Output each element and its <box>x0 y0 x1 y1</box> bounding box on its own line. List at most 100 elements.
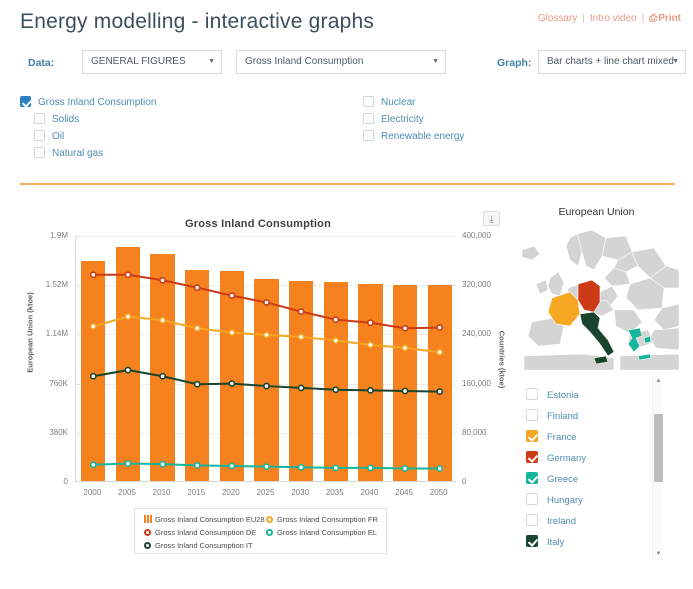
indicator-label: Renewable energy <box>381 131 465 142</box>
chart-line-point[interactable] <box>159 460 166 468</box>
europe-map[interactable] <box>514 226 679 370</box>
chart-line-point[interactable] <box>332 464 340 472</box>
chart-line-point[interactable] <box>436 348 444 356</box>
map-country-italy-sardinia <box>576 330 584 343</box>
chart-line-point[interactable] <box>193 380 201 388</box>
legend-label: Gross Inland Consumption DE <box>155 528 257 537</box>
y-axis-tick-right: 400,000 <box>462 231 491 240</box>
checkbox-icon <box>34 113 45 124</box>
indicator-checkbox-oil[interactable]: Oil <box>20 130 64 142</box>
legend-item[interactable]: Gross Inland Consumption FR <box>265 515 378 524</box>
indicator-checkbox-nuclear[interactable]: Nuclear <box>363 96 415 108</box>
country-checkbox-italy[interactable]: Italy <box>526 535 564 548</box>
chart-line-point[interactable] <box>401 465 409 472</box>
y-axis-tick-left: 1.52M <box>45 280 68 290</box>
chart-line-point[interactable] <box>401 387 409 395</box>
chart-line-point[interactable] <box>193 324 201 332</box>
legend-marker-icon <box>144 542 151 549</box>
country-checkbox-finland[interactable]: Finland <box>526 409 578 422</box>
chart-line-point[interactable] <box>263 331 270 339</box>
chart-line-point[interactable] <box>159 316 166 324</box>
chart-line-point[interactable] <box>228 292 236 300</box>
scrollbar-thumb[interactable] <box>654 414 663 482</box>
chart-line-point[interactable] <box>297 463 305 471</box>
country-checkbox-france[interactable]: France <box>526 430 577 443</box>
chart-line-point[interactable] <box>297 384 305 392</box>
chart-line-point[interactable] <box>332 386 340 394</box>
scroll-up-icon[interactable]: ▲ <box>653 376 664 387</box>
chart-line-point[interactable] <box>159 276 166 284</box>
chart-line-point[interactable] <box>89 323 97 330</box>
chart-line-point[interactable] <box>367 464 374 472</box>
intro-video-link[interactable]: Intro video <box>590 13 637 24</box>
checkbox-icon <box>363 113 374 124</box>
country-label: Ireland <box>547 516 577 527</box>
chart-line-point[interactable] <box>263 299 270 306</box>
graph-label: Graph: <box>497 57 532 69</box>
indicator-checkbox-renewable-energy[interactable]: Renewable energy <box>363 130 464 142</box>
chart-line-point[interactable] <box>159 372 166 380</box>
chevron-down-icon: ▼ <box>672 58 679 65</box>
chart-line-point[interactable] <box>401 324 409 332</box>
y-axis-tick-left: 760K <box>49 378 68 388</box>
chart-line-point[interactable] <box>263 463 270 471</box>
chart-line-point[interactable] <box>228 462 236 470</box>
chart-line-point[interactable] <box>89 271 97 279</box>
legend-item[interactable]: Gross Inland Consumption EU28 <box>143 515 265 524</box>
checkbox-icon <box>363 130 374 141</box>
country-list-scrollbar[interactable]: ▲ ▼ <box>652 376 663 560</box>
legend-item[interactable]: Gross Inland Consumption DE <box>143 528 256 537</box>
chart-line-point[interactable] <box>89 372 97 380</box>
graph-type-select[interactable]: Bar charts + line chart mixed ▼ <box>538 50 686 74</box>
chart-line-point[interactable] <box>332 316 340 324</box>
indicator-label: Electricity <box>381 114 424 125</box>
indicator-checkbox-natural-gas[interactable]: Natural gas <box>20 147 103 159</box>
indicator-checkbox-solids[interactable]: Solids <box>20 113 79 125</box>
chart-line-point[interactable] <box>436 324 444 332</box>
legend-item[interactable]: Gross Inland Consumption EL <box>265 528 377 537</box>
chart-line-point[interactable] <box>193 461 201 469</box>
download-icon[interactable]: ⤓ <box>483 211 500 226</box>
chart-line-point[interactable] <box>124 271 132 279</box>
chart-line-point[interactable] <box>124 366 132 374</box>
chart-line-point[interactable] <box>193 284 201 292</box>
indicator-label: Gross Inland Consumption <box>38 97 157 108</box>
chart-line-point[interactable] <box>124 460 132 467</box>
country-checkbox-greece[interactable]: Greece <box>526 472 578 485</box>
checkbox-icon <box>20 96 31 107</box>
chart-line-point[interactable] <box>436 388 444 395</box>
chart-line-point[interactable] <box>436 465 444 472</box>
chart-line-point[interactable] <box>367 341 374 349</box>
chart-line-point[interactable] <box>297 308 305 316</box>
data-series-value: Gross Inland Consumption <box>245 56 364 67</box>
indicator-checkbox-gross-inland-consumption[interactable]: Gross Inland Consumption <box>20 96 156 108</box>
country-checkbox-hungary[interactable]: Hungary <box>526 493 583 506</box>
country-checkbox-germany[interactable]: Germany <box>526 451 586 464</box>
checkbox-icon <box>526 451 538 463</box>
checkbox-icon <box>34 147 45 158</box>
country-checkbox-estonia[interactable]: Estonia <box>526 388 579 401</box>
glossary-link[interactable]: Glossary <box>538 13 577 24</box>
country-checkbox-ireland[interactable]: Ireland <box>526 514 576 527</box>
chart-line-point[interactable] <box>228 329 236 336</box>
indicator-checkbox-electricity[interactable]: Electricity <box>363 113 424 125</box>
chart-line-point[interactable] <box>124 313 132 320</box>
print-link[interactable]: ⎙Print <box>649 13 681 24</box>
chart-line-point[interactable] <box>297 333 305 341</box>
chart-line-point[interactable] <box>89 461 97 469</box>
country-label: Hungary <box>547 495 583 506</box>
checkbox-icon <box>526 388 538 400</box>
chart-line-point[interactable] <box>263 382 270 390</box>
chart-plot-area <box>75 236 456 482</box>
data-series-select[interactable]: Gross Inland Consumption ▼ <box>236 50 446 74</box>
data-category-select[interactable]: GENERAL FIGURES ▼ <box>82 50 222 74</box>
scroll-down-icon[interactable]: ▼ <box>653 549 664 560</box>
chart-line-point[interactable] <box>367 319 374 327</box>
legend-item[interactable]: Gross Inland Consumption IT <box>143 541 253 550</box>
chart-line-point[interactable] <box>332 337 340 344</box>
chart-line-point[interactable] <box>401 344 409 352</box>
y-axis-tick-right: 0 <box>462 477 467 486</box>
chart-line-point[interactable] <box>228 380 236 387</box>
y-axis-tick-right: 80,000 <box>462 427 487 437</box>
chart-line-point[interactable] <box>367 386 374 394</box>
